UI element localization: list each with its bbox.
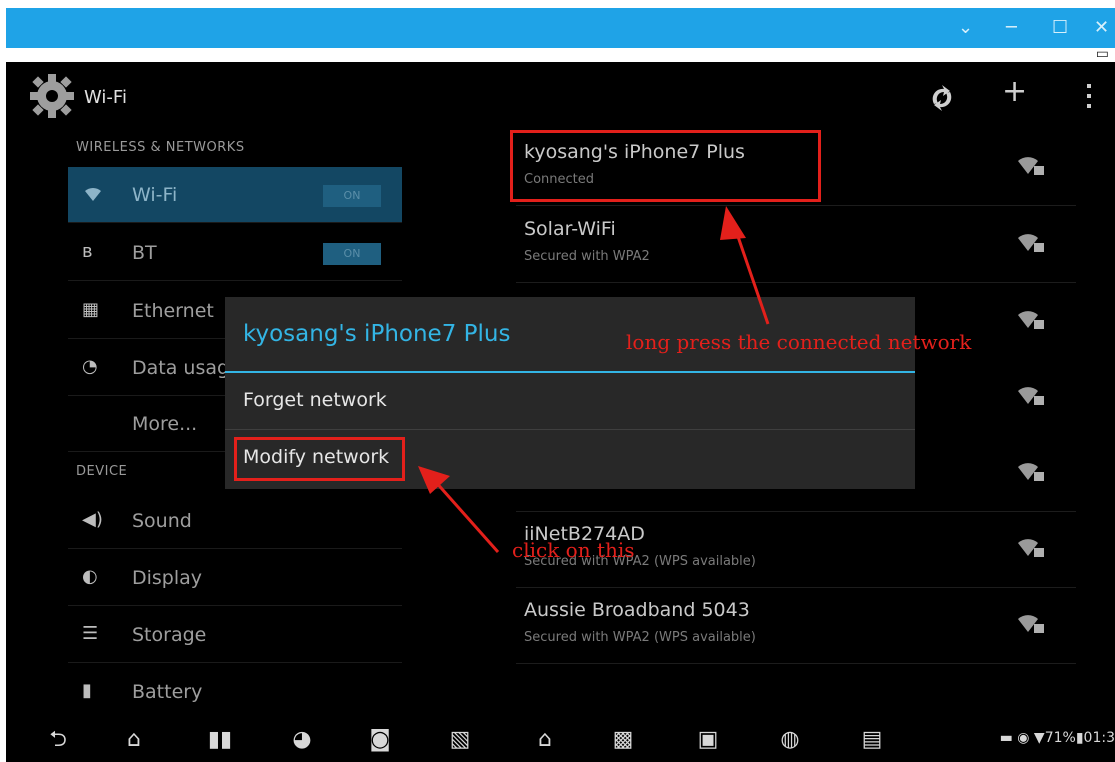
battery-icon: ▮ [82,680,92,701]
settings-item-bt[interactable]: ʙ BT ON [68,225,402,281]
settings-gear-icon[interactable] [28,74,76,118]
settings-item-label: Display [132,567,203,589]
system-nav-bar: ⮌ ⌂ ▮▮ ◕ ◙ ▧ ⌂ ▩ ▣ ◍ ▤ ▬ ◉ ▼71%▮01:3 [6,718,1115,762]
back-icon[interactable]: ⮌ [44,726,72,754]
display-icon: ◐ [82,566,98,587]
settings-item-label: Battery [132,681,203,703]
page-title: Wi-Fi [84,87,127,108]
bt-toggle[interactable]: ON [323,243,381,265]
wifi-icon [85,187,101,201]
overflow-menu-icon[interactable] [1084,82,1094,112]
wifi-signal-lock-icon [1018,157,1044,175]
clock: 01:3 [1083,730,1115,746]
section-header-wireless: WIRELESS & NETWORKS [76,140,245,155]
settings-item-label: BT [132,242,157,264]
network-item[interactable]: Aussie Broadband 5043 Secured with WPA2 … [516,588,1076,664]
wps-icon[interactable] [926,82,958,114]
status-area: ▬ ◉ ▼71%▮01:3 [1000,730,1115,746]
settings-item-label: Wi-Fi [132,184,178,206]
ethernet-icon: ▦ [82,299,100,320]
forget-network-option[interactable]: Forget network [225,373,915,429]
settings-item-sound[interactable]: ◀) Sound [68,493,402,549]
car-icon[interactable]: ◍ [776,726,804,754]
highlight-modify-network [234,437,405,481]
section-header-device: DEVICE [76,464,128,479]
toolbar-strip: ▭ [6,46,1115,62]
car-battery-icon[interactable]: ▣ [694,726,722,754]
dialog-title: kyosang's iPhone7 Plus [243,321,511,347]
storage-icon: ☰ [82,623,99,644]
wifi-status-icon: ▼ [1033,730,1045,746]
wifi-signal-lock-icon [1018,234,1044,252]
data-usage-icon: ◔ [82,356,98,377]
android-screen: Wi-Fi + WIRELESS & NETWORKS Wi-Fi ON ʙ B… [6,62,1115,720]
message-icon: ▬ [999,730,1013,746]
sync-icon: ◉ [1017,730,1030,746]
refresh-icon[interactable]: ◕ [288,726,316,754]
settings-item-battery[interactable]: ▮ Battery [68,664,402,720]
camera-icon[interactable]: ◙ [366,726,394,754]
wifi-signal-lock-icon [1018,539,1044,557]
settings-item-label: More... [132,413,198,435]
settings-item-wifi[interactable]: Wi-Fi ON [68,167,402,223]
settings-item-display[interactable]: ◐ Display [68,550,402,606]
annotation-click: click on this [512,538,635,562]
settings-item-label: Storage [132,624,207,646]
close-icon[interactable]: ✕ [1094,18,1109,38]
chevron-down-icon[interactable]: ⌄ [958,18,973,38]
action-bar: Wi-Fi + [6,62,1115,132]
settings-item-label: Ethernet [132,300,214,322]
settings-item-label: Sound [132,510,192,532]
window-title-bar: ⌄ ─ ☐ ✕ [6,8,1115,48]
network-item[interactable]: Solar-WiFi Secured with WPA2 [516,207,1076,283]
wifi-signal-lock-icon [1018,387,1044,405]
service-icon[interactable]: ▤ [858,726,886,754]
wifi-toggle[interactable]: ON [323,185,381,207]
battery-percent: 71% [1044,730,1076,746]
diagnostic-tool-icon[interactable]: ▧ [446,726,474,754]
vci-icon[interactable]: ▩ [609,726,637,754]
wifi-signal-lock-icon [1018,311,1044,329]
highlight-connected-network [510,130,821,202]
wifi-signal-lock-icon [1018,615,1044,633]
network-status: Secured with WPA2 [524,249,650,264]
wifi-signal-lock-icon [1018,463,1044,481]
option-label: Forget network [243,389,387,411]
network-status: Secured with WPA2 (WPS available) [524,630,756,645]
restore-icon: ▭ [1095,46,1109,62]
network-name: Aussie Broadband 5043 [524,599,750,621]
annotation-long-press: long press the connected network [626,330,972,354]
maximize-icon[interactable]: ☐ [1052,18,1068,38]
settings-item-storage[interactable]: ☰ Storage [68,607,402,663]
home-icon[interactable]: ⌂ [120,726,148,754]
recent-apps-icon[interactable]: ▮▮ [206,726,234,754]
minimize-icon[interactable]: ─ [1006,18,1017,38]
battery-status-icon: ▮ [1075,730,1084,746]
add-icon[interactable]: + [1002,74,1027,109]
network-name: Solar-WiFi [524,218,616,240]
bluetooth-icon: ʙ [82,241,93,262]
sound-icon: ◀) [82,509,103,530]
home-shortcut-icon[interactable]: ⌂ [531,726,559,754]
